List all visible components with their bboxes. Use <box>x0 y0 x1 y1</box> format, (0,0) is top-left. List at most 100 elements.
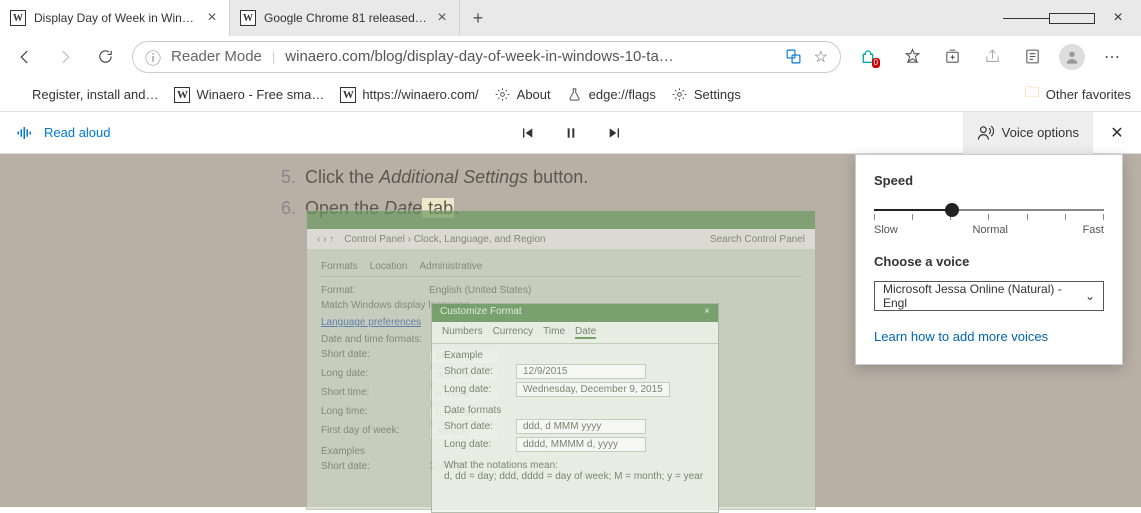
tab-title: Display Day of Week in Windows <box>34 11 197 25</box>
speed-slider[interactable]: Slow Normal Fast <box>874 200 1104 236</box>
site-info-icon[interactable]: ⓘ <box>145 45 161 69</box>
voice-options-button[interactable]: Voice options <box>963 112 1093 154</box>
link-text: Language preferences <box>321 317 421 328</box>
bookmark-item[interactable]: Settings <box>672 87 741 103</box>
voice-select[interactable]: Microsoft Jessa Online (Natural) - Engl … <box>874 281 1104 311</box>
bookmark-item[interactable]: W Winaero - Free sma… <box>174 87 324 103</box>
field-label: Short date: <box>321 349 411 364</box>
profile-avatar[interactable] <box>1053 38 1091 76</box>
field-label: Short date: <box>321 461 411 472</box>
field-label: Long date: <box>444 439 504 450</box>
next-button[interactable] <box>607 125 623 141</box>
gear-icon <box>495 87 511 103</box>
refresh-button[interactable] <box>86 38 124 76</box>
share-icon[interactable] <box>973 38 1011 76</box>
field-label: Short time: <box>321 387 411 402</box>
window-maximize-button[interactable] <box>1049 0 1095 36</box>
more-menu-icon[interactable]: ⋯ <box>1093 38 1131 76</box>
tab-label: Formats <box>321 261 358 272</box>
favicon-icon: W <box>240 10 256 26</box>
voice-options-popup: Speed Slow Normal Fast Choose a voice Mi… <box>855 154 1123 365</box>
learn-more-link[interactable]: Learn how to add more voices <box>874 329 1048 344</box>
read-aloud-button[interactable]: Read aloud <box>0 124 127 142</box>
voice-options-label: Voice options <box>1002 125 1079 140</box>
slider-max-label: Fast <box>1083 224 1104 236</box>
page-content: 5. Click the Additional Settings button.… <box>0 154 1141 507</box>
field-value: 12/9/2015 <box>516 364 646 379</box>
other-favorites[interactable]: 🗀 Other favorites <box>1025 82 1131 107</box>
favorites-icon[interactable] <box>893 38 931 76</box>
bookmark-label: Settings <box>694 87 741 102</box>
reader-mode-label: Reader Mode <box>171 48 262 65</box>
field-label: Format: <box>321 285 411 296</box>
notation-text: d, dd = day; ddd, dddd = day of week; M … <box>444 471 706 482</box>
search-placeholder: Search Control Panel <box>710 234 805 245</box>
choose-voice-label: Choose a voice <box>874 254 1104 269</box>
titlebar: W Display Day of Week in Windows × W Goo… <box>0 0 1141 36</box>
speed-label: Speed <box>874 173 1104 188</box>
section-label: What the notations mean: <box>444 460 706 471</box>
read-aloud-label: Read aloud <box>44 125 111 140</box>
bookmark-label: About <box>517 87 551 102</box>
tab-title: Google Chrome 81 released with <box>264 11 427 25</box>
bookmark-item[interactable]: Register, install and… <box>10 87 158 103</box>
field-value: English (United States) <box>429 285 531 296</box>
favicon-icon: W <box>10 10 26 26</box>
voice-select-value: Microsoft Jessa Online (Natural) - Engl <box>883 282 1085 310</box>
bookmark-item[interactable]: W https://winaero.com/ <box>340 87 478 103</box>
tab-label: Numbers <box>442 326 483 339</box>
step-text: button. <box>528 167 588 187</box>
extension-badge: 0 <box>872 58 880 68</box>
tab-close-icon[interactable]: × <box>435 11 449 25</box>
tab-close-icon[interactable]: × <box>205 11 219 25</box>
bookmarks-bar: Register, install and… W Winaero - Free … <box>0 78 1141 112</box>
extension-icon[interactable]: 0 <box>849 38 887 76</box>
window-close-button[interactable]: × <box>1095 0 1141 36</box>
field-label: Long date: <box>444 384 504 395</box>
field-label: Long time: <box>321 406 411 421</box>
embedded-dialog: Customize Format× Numbers Currency Time … <box>431 303 719 513</box>
field-value: dddd, MMMM d, yyyy <box>516 437 646 452</box>
address-toolbar: ⓘ Reader Mode | winaero.com/blog/display… <box>0 36 1141 78</box>
field-value: ddd, d MMM yyyy <box>516 419 646 434</box>
breadcrumb: Control Panel › Clock, Language, and Reg… <box>344 234 545 245</box>
step-text: Click the <box>305 167 379 187</box>
browser-tab[interactable]: W Google Chrome 81 released with × <box>230 0 460 36</box>
collections-icon[interactable] <box>933 38 971 76</box>
forward-button[interactable] <box>46 38 84 76</box>
slider-thumb[interactable] <box>945 203 959 217</box>
translate-icon[interactable] <box>785 48 802 65</box>
microsoft-icon <box>10 87 26 103</box>
previous-button[interactable] <box>519 125 535 141</box>
section-label: Example <box>444 350 706 361</box>
address-separator: | <box>272 49 275 64</box>
chevron-down-icon: ⌄ <box>1085 289 1095 303</box>
favicon-icon: W <box>340 87 356 103</box>
new-tab-button[interactable]: + <box>460 0 496 36</box>
tab-label: Location <box>370 261 408 272</box>
field-value: Wednesday, December 9, 2015 <box>516 382 670 397</box>
notes-icon[interactable] <box>1013 38 1051 76</box>
field-label: First day of week: <box>321 425 411 440</box>
field-label: Short date: <box>444 421 504 432</box>
close-read-aloud-button[interactable]: ✕ <box>1093 112 1141 154</box>
pause-button[interactable] <box>563 125 579 141</box>
other-favorites-label: Other favorites <box>1046 87 1131 102</box>
bookmark-item[interactable]: edge://flags <box>567 87 656 103</box>
field-label: Short date: <box>444 366 504 377</box>
url-text: winaero.com/blog/display-day-of-week-in-… <box>285 48 774 65</box>
browser-tab-active[interactable]: W Display Day of Week in Windows × <box>0 0 230 36</box>
slider-mid-label: Normal <box>972 224 1007 236</box>
favorite-star-icon[interactable]: ☆ <box>814 47 828 67</box>
step-em: Additional Settings <box>379 167 528 187</box>
bookmark-label: edge://flags <box>589 87 656 102</box>
step-number: 5. <box>281 167 296 187</box>
tab-label: Currency <box>493 326 534 339</box>
bookmark-item[interactable]: About <box>495 87 551 103</box>
window-minimize-button[interactable] <box>1003 0 1049 36</box>
address-bar[interactable]: ⓘ Reader Mode | winaero.com/blog/display… <box>132 41 841 73</box>
back-button[interactable] <box>6 38 44 76</box>
dialog-title: Customize Format <box>440 306 522 320</box>
flask-icon <box>567 87 583 103</box>
bookmark-label: Register, install and… <box>32 87 158 102</box>
